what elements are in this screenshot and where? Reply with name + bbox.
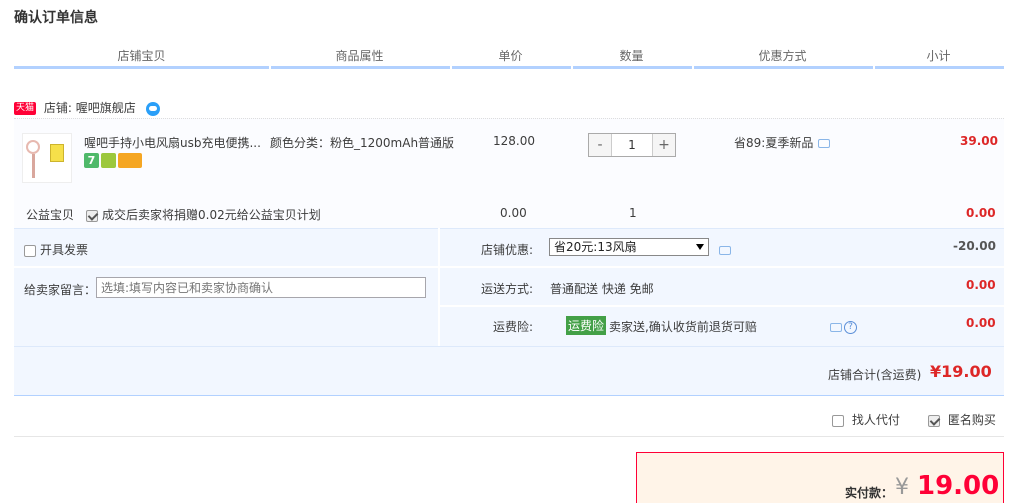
invoice-option[interactable]: 开具发票 [24, 241, 88, 258]
seller-note-input[interactable] [96, 277, 426, 298]
insurance-fee: 0.00 [966, 316, 996, 330]
proxy-pay-label: 找人代付 [851, 413, 900, 427]
seven-day-return-icon[interactable]: 7 [84, 153, 99, 168]
shop-discount-selected: 省20元:13风扇 [554, 240, 637, 254]
proxy-pay-option[interactable]: 找人代付 [832, 411, 900, 428]
charity-label: 公益宝贝 [26, 208, 75, 222]
promo-method: 省89:夏季新品 [734, 134, 831, 151]
shipping-method: 普通配送 快递 免邮 [550, 282, 654, 296]
promo-text: 省89:夏季新品 [734, 136, 814, 150]
anonymous-purchase-option[interactable]: 匿名购买 [928, 411, 996, 428]
header-separator [269, 66, 271, 69]
shipping-label: 运送方式: [481, 282, 534, 296]
insurance-tag: 运费险 [566, 316, 607, 335]
charity-text: 成交后卖家将捐赠0.02元给公益宝贝计划 [102, 208, 321, 222]
product-name-link[interactable]: 喔吧手持小电风扇usb充电便携... [84, 134, 261, 151]
insurance-icons: ? [830, 320, 857, 334]
anonymous-label: 匿名购买 [947, 413, 996, 427]
options-row-divider [14, 266, 438, 268]
shop-name-link[interactable]: 店铺: 喔吧旗舰店 [44, 101, 136, 115]
col-header-subtotal: 小计 [926, 49, 951, 63]
insurance-label: 运费险: [493, 320, 534, 334]
invoice-label: 开具发票 [40, 243, 89, 257]
shop-total-value: ¥19.00 [930, 362, 992, 381]
dropdown-arrow-icon [696, 244, 704, 250]
insurance-comment-icon[interactable] [830, 323, 842, 332]
options-row-divider [440, 266, 1004, 268]
anonymous-checkbox[interactable] [928, 414, 940, 427]
credit-card-icon[interactable] [118, 153, 142, 168]
shipping-fee: 0.00 [966, 278, 996, 292]
unit-price: 128.00 [493, 134, 535, 148]
currency-symbol: ¥ [895, 475, 909, 500]
note-label: 给卖家留言： [24, 283, 97, 297]
actual-pay-value: 19.00 [917, 471, 1000, 501]
fan-image-head [26, 140, 40, 154]
charity-quantity: 1 [629, 206, 637, 220]
header-separator [571, 66, 573, 69]
charity-row: 成交后卖家将捐赠0.02元给公益宝贝计划 [86, 206, 321, 223]
page-title: 确认订单信息 [14, 10, 98, 26]
options-row-divider [440, 305, 1004, 307]
quantity-input[interactable]: 1 [611, 134, 653, 156]
quantity-stepper[interactable]: - 1 + [588, 133, 676, 157]
shop-discount-select[interactable]: 省20元:13风扇 [549, 238, 709, 256]
charity-price: 0.00 [500, 206, 527, 220]
col-header-attribute: 商品属性 [335, 49, 384, 63]
charity-checkbox [86, 209, 98, 222]
discount-comment-icon[interactable] [719, 246, 731, 255]
service-badges: 7 [84, 153, 144, 168]
header-separator [692, 66, 694, 69]
guarantee-icon[interactable] [101, 153, 116, 168]
proxy-pay-checkbox[interactable] [832, 414, 844, 427]
promo-comment-icon[interactable] [818, 139, 831, 148]
col-header-quantity: 数量 [619, 49, 644, 63]
header-underline [14, 66, 1004, 69]
wangwang-chat-icon[interactable] [145, 101, 160, 116]
tmall-badge: 天猫 [14, 102, 37, 115]
options-divider [438, 228, 440, 346]
charity-subtotal: 0.00 [966, 206, 996, 220]
divider [14, 436, 1004, 437]
help-icon[interactable]: ? [844, 321, 857, 334]
quantity-decrease-button[interactable]: - [589, 134, 611, 156]
quantity-increase-button[interactable]: + [653, 134, 675, 156]
actual-pay-label: 实付款： [845, 486, 894, 500]
shop-line: 天猫 店铺: 喔吧旗舰店 [14, 99, 160, 116]
invoice-checkbox[interactable] [24, 244, 36, 257]
product-attribute: 颜色分类：粉色_1200mAh普通版 [270, 136, 455, 150]
fan-image-handle [32, 154, 35, 178]
col-header-item: 店铺宝贝 [117, 49, 166, 63]
col-header-price: 单价 [498, 49, 523, 63]
shop-discount-value: -20.00 [953, 239, 996, 253]
header-separator [873, 66, 875, 69]
shop-total-label: 店铺合计(含运费) [828, 368, 922, 382]
insurance-text: 卖家送,确认收货前退货可赔 [609, 320, 757, 334]
col-header-promo: 优惠方式 [758, 49, 807, 63]
header-separator [450, 66, 452, 69]
item-subtotal: 39.00 [960, 134, 998, 148]
fan-image-card [50, 144, 64, 162]
shop-discount-label: 店铺优惠: [481, 243, 534, 257]
